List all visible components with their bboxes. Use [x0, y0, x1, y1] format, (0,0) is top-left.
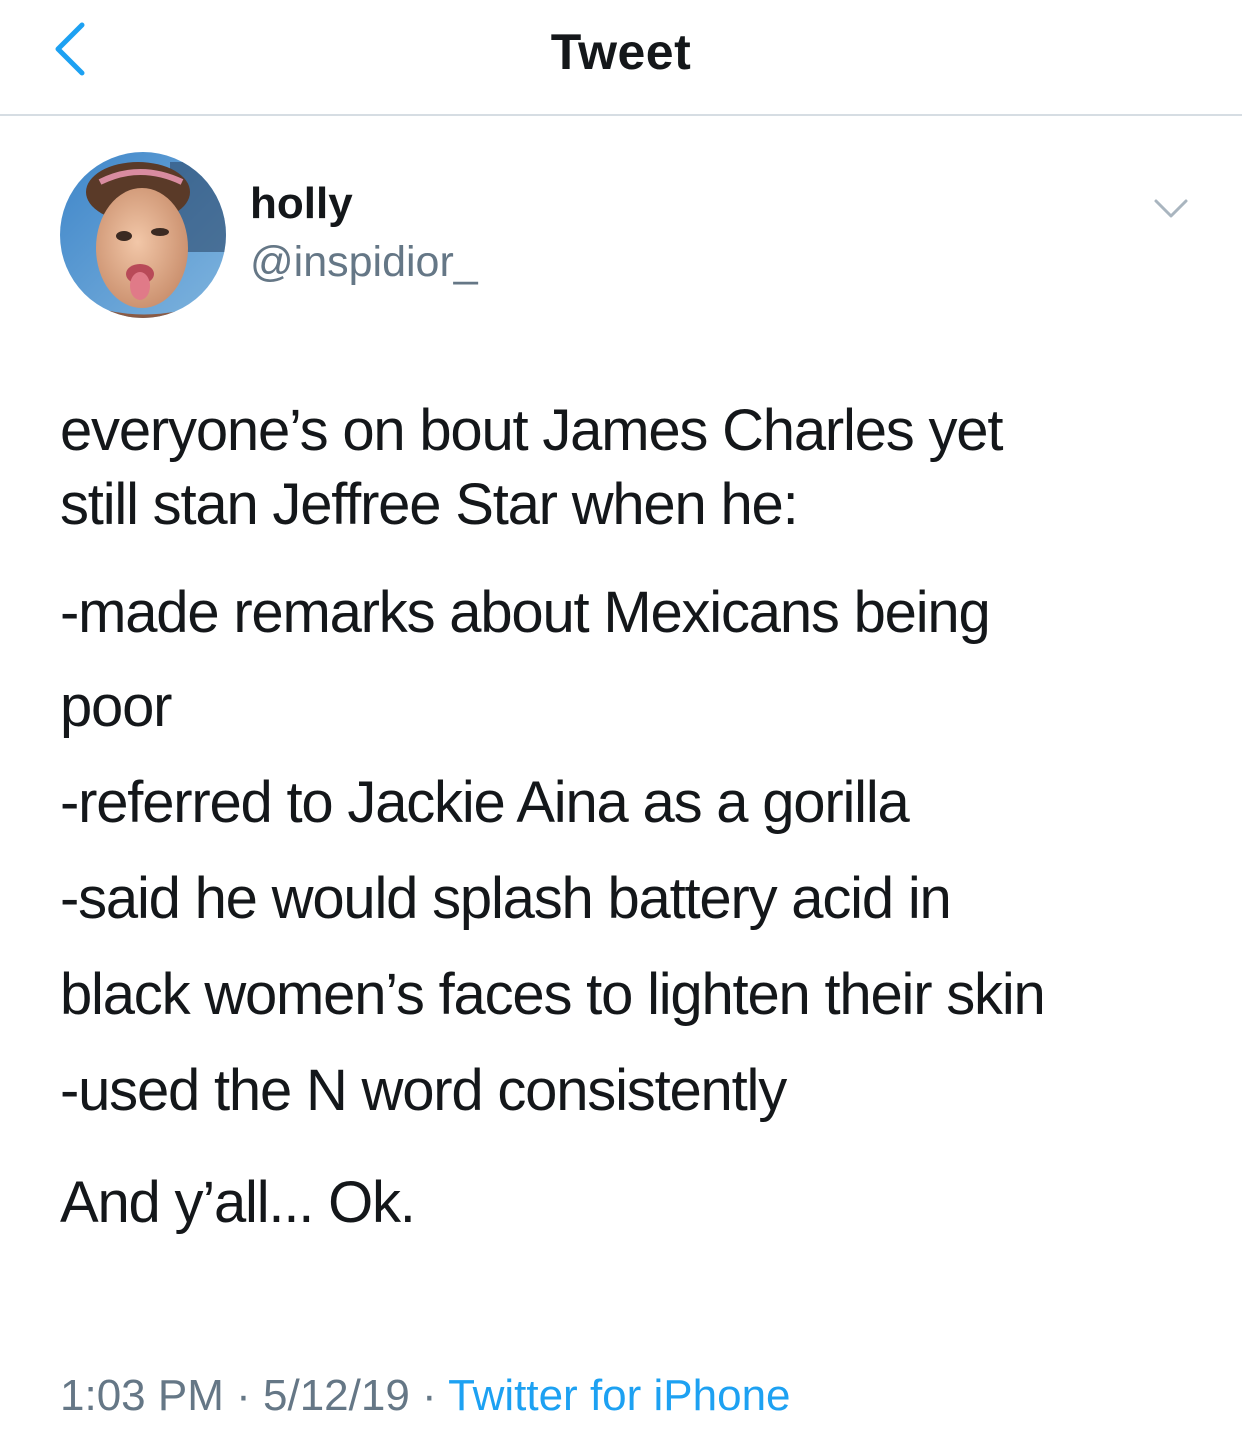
tweet-text: everyone’s on bout James Charles yet sti… [60, 394, 1220, 1240]
tweet-line: -said he would splash battery acid in [60, 866, 952, 931]
tweet-line: still stan Jeffree Star when he: [60, 472, 799, 537]
author-name[interactable]: holly [250, 176, 353, 232]
page-title: Tweet [550, 24, 692, 80]
profile-photo [60, 152, 226, 318]
tweet-line: And y’all... Ok. [60, 1170, 416, 1235]
separator-dot: · [422, 1371, 437, 1420]
tweet-line: black women’s faces to lighten their ski… [60, 962, 1046, 1027]
avatar[interactable] [60, 152, 226, 318]
tweet-line: everyone’s on bout James Charles yet [60, 398, 1003, 463]
tweet-line: -referred to Jackie Aina as a gorilla [60, 770, 910, 835]
tweet-source-link[interactable]: Twitter for iPhone [448, 1371, 790, 1420]
separator-dot: · [236, 1371, 251, 1420]
tweet-line: -made remarks about Mexicans being [60, 580, 991, 645]
more-options-button[interactable] [1150, 192, 1192, 226]
tweet-line: poor [60, 674, 172, 739]
tweet-meta: 1:03 PM · 5/12/19 · Twitter for iPhone [60, 1366, 791, 1426]
tweet-time: 1:03 PM [60, 1371, 224, 1420]
tweet-date: 5/12/19 [263, 1371, 410, 1420]
nav-bar: Tweet [0, 0, 1242, 116]
tweet-line: -used the N word consistently [60, 1058, 787, 1123]
author-handle[interactable]: @inspidior_ [250, 234, 478, 290]
chevron-down-icon [1154, 199, 1188, 218]
